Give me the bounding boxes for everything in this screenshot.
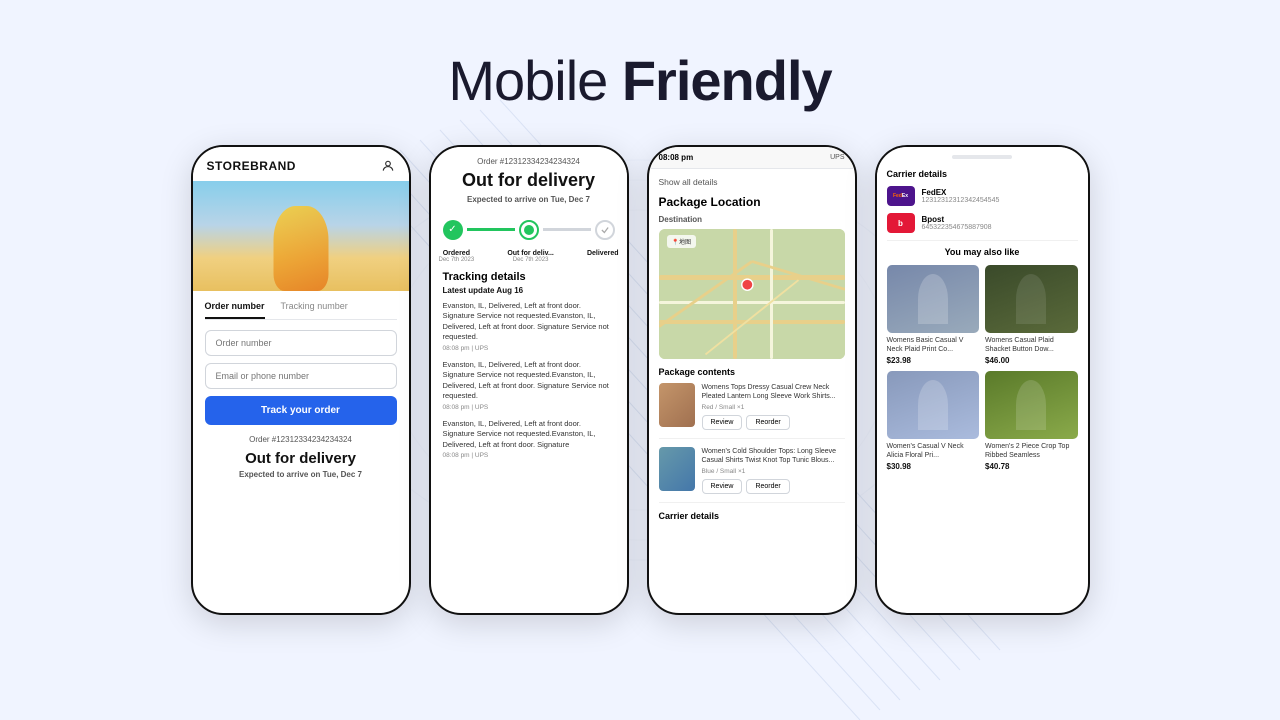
product-1-image: [887, 265, 980, 333]
product-1-price: $23.98: [887, 356, 980, 365]
carrier-bpost: b Bpost 645322354675887908: [887, 213, 1078, 233]
eta-text: Expected to arrive on Tue, Dec 7: [205, 470, 397, 479]
store-brand-label: STOREBRAND: [207, 159, 296, 173]
tracking-entry-2: Evanston, IL, Delivered, Left at front d…: [443, 360, 615, 411]
carrier-details-label: Carrier details: [659, 511, 845, 521]
phone-2: Order #12312334234234324 Out for deliver…: [429, 145, 629, 615]
latest-update: Latest update Aug 16: [443, 286, 615, 295]
headline-part2: Friendly: [622, 49, 832, 112]
order-number-display: Order #12312334234234324: [205, 435, 397, 444]
bpost-info: Bpost 645322354675887908: [922, 215, 992, 231]
order-number-input[interactable]: [205, 330, 397, 356]
package-contents-title: Package contents: [659, 367, 845, 377]
step-ordered-dot: ✓: [443, 220, 463, 240]
item-1-name: Womens Tops Dressy Casual Crew Neck Plea…: [702, 383, 845, 401]
tab-tracking-number[interactable]: Tracking number: [281, 301, 348, 319]
product-1-name: Womens Basic Casual V Neck Plaid Print C…: [887, 336, 980, 354]
step-delivery-dot: [519, 220, 539, 240]
product-4-name: Women's 2 Piece Crop Top Ribbed Seamless: [985, 442, 1078, 460]
progress-tracker: ✓: [431, 210, 627, 250]
item-1-reorder-btn[interactable]: Reorder: [746, 415, 789, 430]
item-1-review-btn[interactable]: Review: [702, 415, 743, 430]
progress-line-1: [467, 228, 515, 231]
tracking-details: Tracking details Latest update Aug 16 Ev…: [431, 271, 627, 460]
phones-container: STOREBRAND Order number Tracking number …: [191, 145, 1090, 615]
product-2-price: $46.00: [985, 356, 1078, 365]
recommend-title: You may also like: [887, 247, 1078, 257]
p3-carrier: UPS: [830, 154, 844, 161]
tracking-title: Tracking details: [443, 271, 615, 283]
contact-input[interactable]: [205, 363, 397, 389]
tracking-tabs: Order number Tracking number: [205, 301, 397, 320]
delivery-status: Out for delivery: [205, 450, 397, 467]
progress-line-2: [543, 228, 591, 231]
product-3-name: Women's Casual V Neck Alicia Floral Pri.…: [887, 442, 980, 460]
p1-body: Order number Tracking number Track your …: [193, 291, 409, 489]
map-view: 📍地图: [659, 229, 845, 359]
show-all-details[interactable]: Show all details: [659, 177, 845, 187]
product-2-name: Womens Casual Plaid Shacket Button Dow..…: [985, 336, 1078, 354]
step-ordered-label: Ordered Dec 7th 2023: [439, 250, 475, 263]
tab-order-number[interactable]: Order number: [205, 301, 265, 319]
product-1: Womens Basic Casual V Neck Plaid Print C…: [887, 265, 980, 365]
divider: [887, 240, 1078, 241]
product-3: Women's Casual V Neck Alicia Floral Pri.…: [887, 371, 980, 471]
carrier-details-title: Carrier details: [887, 169, 1078, 179]
package-item-2: Women's Cold Shoulder Tops: Long Sleeve …: [659, 447, 845, 503]
package-item-1: Womens Tops Dressy Casual Crew Neck Plea…: [659, 383, 845, 439]
item-2-review-btn[interactable]: Review: [702, 479, 743, 494]
product-3-image: [887, 371, 980, 439]
fedex-name: FedEX: [922, 188, 1000, 197]
item-1-image: [659, 383, 695, 427]
p2-top: Order #12312334234234324 Out for deliver…: [431, 147, 627, 210]
item-2-info: Women's Cold Shoulder Tops: Long Sleeve …: [702, 447, 845, 494]
product-3-price: $30.98: [887, 462, 980, 471]
product-2-image: [985, 265, 1078, 333]
bpost-logo: b: [887, 213, 915, 233]
item-1-actions: Review Reorder: [702, 415, 845, 430]
tracking-entry-1: Evanston, IL, Delivered, Left at front d…: [443, 301, 615, 352]
item-2-image: [659, 447, 695, 491]
step-delivery-label: Out for deliv... Dec 7th 2023: [507, 250, 554, 263]
p3-body: Show all details Package Location Destin…: [649, 169, 855, 605]
headline-part1: Mobile: [448, 49, 622, 112]
item-1-info: Womens Tops Dressy Casual Crew Neck Plea…: [702, 383, 845, 430]
order-label: Order #12312334234234324: [443, 157, 615, 166]
product-2: Womens Casual Plaid Shacket Button Dow..…: [985, 265, 1078, 365]
p2-eta: Expected to arrive on Tue, Dec 7: [443, 195, 615, 204]
item-2-name: Women's Cold Shoulder Tops: Long Sleeve …: [702, 447, 845, 465]
carrier-fedex: FedEx FedEX 12312312312342454545: [887, 186, 1078, 206]
track-order-button[interactable]: Track your order: [205, 396, 397, 425]
phone-1: STOREBRAND Order number Tracking number …: [191, 145, 411, 615]
p3-time: 08:08 pm: [659, 153, 694, 162]
item-2-reorder-btn[interactable]: Reorder: [746, 479, 789, 494]
product-4-image: [985, 371, 1078, 439]
fedex-logo: FedEx: [887, 186, 915, 206]
bpost-tracking: 645322354675887908: [922, 224, 992, 231]
p3-topbar: 08:08 pm UPS: [649, 147, 855, 169]
fedex-tracking: 12312312312342454545: [922, 197, 1000, 204]
product-grid: Womens Basic Casual V Neck Plaid Print C…: [887, 265, 1078, 471]
bpost-name: Bpost: [922, 215, 992, 224]
p1-header: STOREBRAND: [193, 147, 409, 181]
product-4-price: $40.78: [985, 462, 1078, 471]
progress-labels: Ordered Dec 7th 2023 Out for deliv... De…: [431, 250, 627, 271]
p4-top: Carrier details FedEx FedEX 123123123123…: [877, 147, 1088, 479]
item-2-actions: Review Reorder: [702, 479, 845, 494]
item-2-variant: Blue / Small ×1: [702, 468, 845, 475]
step-delivered-label: Delivered: [587, 250, 619, 263]
pkg-location-title: Package Location: [659, 195, 845, 209]
phone-4: Carrier details FedEx FedEX 123123123123…: [875, 145, 1090, 615]
page-headline: Mobile Friendly: [448, 48, 831, 113]
step-delivered-dot: [595, 220, 615, 240]
tracking-entry-3: Evanston, IL, Delivered, Left at front d…: [443, 419, 615, 460]
hero-image: [193, 181, 409, 291]
phone-3: 08:08 pm UPS Show all details Package Lo…: [647, 145, 857, 615]
user-icon: [381, 159, 395, 173]
p2-delivery-status: Out for delivery: [443, 170, 615, 192]
destination-label: Destination: [659, 215, 845, 224]
product-4: Women's 2 Piece Crop Top Ribbed Seamless…: [985, 371, 1078, 471]
item-1-variant: Red / Small ×1: [702, 404, 845, 411]
fedex-info: FedEX 12312312312342454545: [922, 188, 1000, 204]
